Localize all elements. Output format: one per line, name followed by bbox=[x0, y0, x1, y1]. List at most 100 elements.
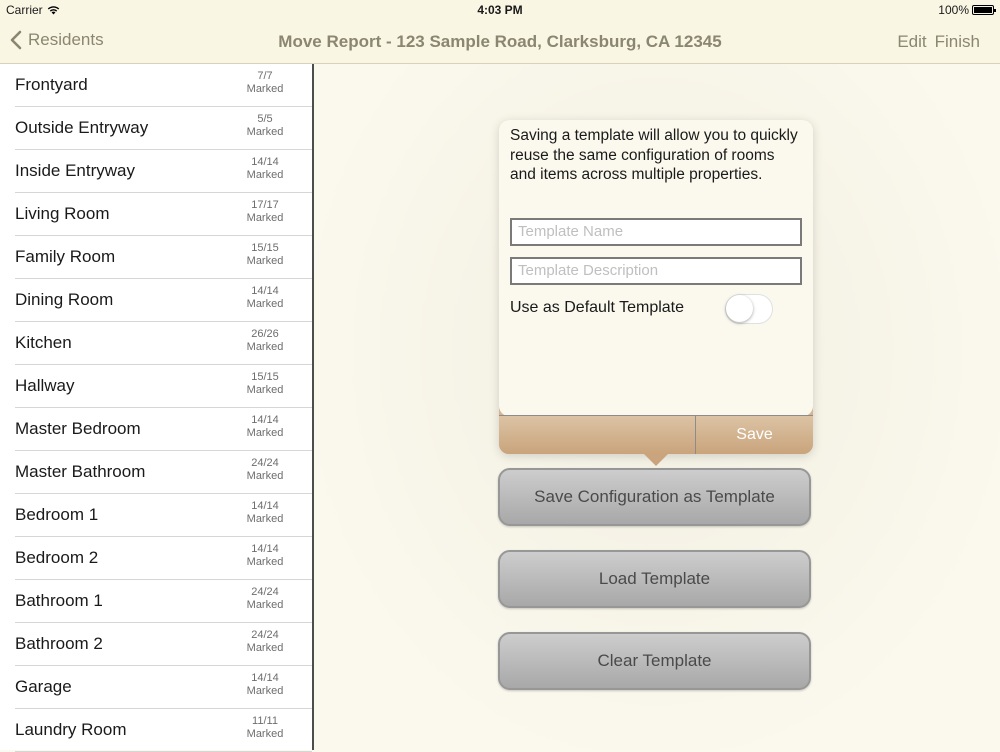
room-row[interactable]: Master Bathroom 24/24 Marked bbox=[15, 451, 312, 494]
room-count: 26/26 bbox=[251, 328, 279, 340]
room-name: Master Bedroom bbox=[15, 419, 141, 438]
room-status: Marked bbox=[246, 83, 284, 95]
default-template-label: Use as Default Template bbox=[510, 299, 685, 316]
room-progress: 24/24 Marked bbox=[240, 629, 290, 655]
load-template-button[interactable]: Load Template bbox=[498, 550, 811, 608]
room-row[interactable]: Living Room 17/17 Marked bbox=[15, 193, 312, 236]
save-template-button[interactable]: Save bbox=[696, 416, 813, 454]
room-status: Marked bbox=[246, 169, 284, 181]
room-progress: 14/14 Marked bbox=[240, 500, 290, 526]
room-count: 14/14 bbox=[251, 156, 279, 168]
room-row[interactable]: Garage 14/14 Marked bbox=[15, 666, 312, 709]
battery-info: 100% bbox=[938, 3, 996, 17]
room-count: 24/24 bbox=[251, 629, 279, 641]
room-status: Marked bbox=[246, 470, 284, 482]
room-status: Marked bbox=[246, 298, 284, 310]
room-count: 17/17 bbox=[251, 199, 279, 211]
room-count: 7/7 bbox=[257, 70, 273, 82]
nav-actions: Edit Finish bbox=[897, 32, 980, 52]
room-row[interactable]: Bathroom 1 24/24 Marked bbox=[15, 580, 312, 623]
room-progress: 14/14 Marked bbox=[240, 285, 290, 311]
room-progress: 7/7 Marked bbox=[240, 70, 290, 96]
room-status: Marked bbox=[246, 341, 284, 353]
room-row[interactable]: Bedroom 2 14/14 Marked bbox=[15, 537, 312, 580]
room-count: 15/15 bbox=[251, 371, 279, 383]
room-progress: 15/15 Marked bbox=[240, 371, 290, 397]
room-progress: 11/11 Marked bbox=[240, 715, 290, 741]
room-row[interactable]: Kitchen 26/26 Marked bbox=[15, 322, 312, 365]
room-count: 14/14 bbox=[251, 500, 279, 512]
edit-button[interactable]: Edit bbox=[897, 32, 926, 52]
room-progress: 14/14 Marked bbox=[240, 414, 290, 440]
page-title: Move Report - 123 Sample Road, Clarksbur… bbox=[278, 32, 722, 51]
room-name: Bedroom 2 bbox=[15, 548, 99, 567]
room-progress: 14/14 Marked bbox=[240, 672, 290, 698]
room-count: 24/24 bbox=[251, 586, 279, 598]
navigation-bar: Residents Move Report - 123 Sample Road,… bbox=[0, 20, 1000, 64]
room-progress: 17/17 Marked bbox=[240, 199, 290, 225]
room-status: Marked bbox=[246, 642, 284, 654]
room-name: Bathroom 2 bbox=[15, 634, 103, 653]
toggle-knob bbox=[726, 295, 753, 322]
save-template-popover: Saving a template will allow you to quic… bbox=[499, 120, 813, 454]
room-row[interactable]: Dining Room 14/14 Marked bbox=[15, 279, 312, 322]
room-name: Inside Entryway bbox=[15, 161, 135, 180]
room-row[interactable]: Hallway 15/15 Marked bbox=[15, 365, 312, 408]
room-status: Marked bbox=[246, 728, 284, 740]
clear-template-button[interactable]: Clear Template bbox=[498, 632, 811, 690]
room-name: Hallway bbox=[15, 376, 75, 395]
room-name: Laundry Room bbox=[15, 720, 127, 739]
room-count: 24/24 bbox=[251, 457, 279, 469]
room-row[interactable]: Bathroom 2 24/24 Marked bbox=[15, 623, 312, 666]
room-status: Marked bbox=[246, 685, 284, 697]
template-panel: Save Configuration as Template Load Temp… bbox=[314, 64, 1000, 750]
room-progress: 15/15 Marked bbox=[240, 242, 290, 268]
room-row[interactable]: Family Room 15/15 Marked bbox=[15, 236, 312, 279]
battery-percent: 100% bbox=[938, 3, 969, 17]
room-row[interactable]: Master Bedroom 14/14 Marked bbox=[15, 408, 312, 451]
room-row[interactable]: Bedroom 1 14/14 Marked bbox=[15, 494, 312, 537]
room-row[interactable]: Outside Entryway 5/5 Marked bbox=[15, 107, 312, 150]
room-progress: 14/14 Marked bbox=[240, 156, 290, 182]
room-name: Bathroom 1 bbox=[15, 591, 103, 610]
room-count: 14/14 bbox=[251, 672, 279, 684]
room-status: Marked bbox=[246, 427, 284, 439]
room-count: 14/14 bbox=[251, 285, 279, 297]
room-status: Marked bbox=[246, 513, 284, 525]
popover-message: Saving a template will allow you to quic… bbox=[510, 127, 798, 183]
popover-footer: Save bbox=[499, 416, 813, 454]
battery-icon bbox=[972, 5, 996, 15]
room-row[interactable]: Inside Entryway 14/14 Marked bbox=[15, 150, 312, 193]
room-name: Kitchen bbox=[15, 333, 72, 352]
popover-body: Saving a template will allow you to quic… bbox=[499, 120, 813, 416]
room-status: Marked bbox=[246, 384, 284, 396]
room-row[interactable]: Frontyard 7/7 Marked bbox=[15, 64, 312, 107]
save-configuration-button[interactable]: Save Configuration as Template bbox=[498, 468, 811, 526]
room-name: Dining Room bbox=[15, 290, 114, 309]
room-name: Family Room bbox=[15, 247, 116, 266]
room-name: Master Bathroom bbox=[15, 462, 146, 481]
room-row[interactable]: Laundry Room 11/11 Marked bbox=[15, 709, 312, 752]
room-status: Marked bbox=[246, 126, 284, 138]
room-status: Marked bbox=[246, 212, 284, 224]
room-count: 15/15 bbox=[251, 242, 279, 254]
room-name: Frontyard bbox=[15, 75, 88, 94]
room-name: Outside Entryway bbox=[15, 118, 149, 137]
clock: 4:03 PM bbox=[477, 3, 523, 17]
template-name-input[interactable]: Template Name bbox=[510, 218, 802, 246]
popover-arrow bbox=[644, 454, 668, 466]
room-status: Marked bbox=[246, 556, 284, 568]
template-description-input[interactable]: Template Description bbox=[510, 257, 802, 285]
room-progress: 26/26 Marked bbox=[240, 328, 290, 354]
room-count: 11/11 bbox=[252, 715, 278, 727]
default-template-toggle[interactable] bbox=[725, 294, 773, 324]
finish-button[interactable]: Finish bbox=[935, 32, 980, 52]
room-status: Marked bbox=[246, 255, 284, 267]
room-progress: 24/24 Marked bbox=[240, 457, 290, 483]
room-count: 5/5 bbox=[257, 113, 273, 125]
room-list: Frontyard 7/7 Marked Outside Entryway 5/5 Ma… bbox=[0, 64, 314, 752]
room-name: Living Room bbox=[15, 204, 110, 223]
room-count: 14/14 bbox=[251, 543, 279, 555]
room-progress: 24/24 Marked bbox=[240, 586, 290, 612]
room-name: Bedroom 1 bbox=[15, 505, 99, 524]
